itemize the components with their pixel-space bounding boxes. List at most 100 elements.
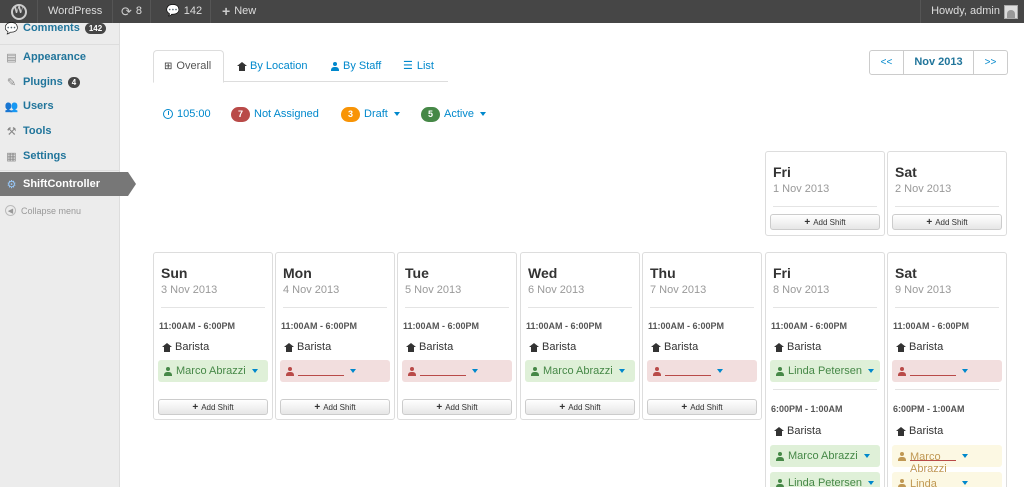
shift-staff[interactable] [892, 360, 1002, 382]
shift-staff[interactable] [280, 360, 390, 382]
shift-staff[interactable] [402, 360, 512, 382]
comment-bubble-icon: 💬 [166, 5, 180, 17]
settings-icon: ▦ [6, 150, 17, 163]
sidebar-item-appearance[interactable]: ▤ Appearance [0, 45, 120, 69]
active-filter-dropdown[interactable]: 5 Active [421, 106, 486, 122]
add-shift-button[interactable]: + Add Shift [280, 399, 390, 415]
day-card: Sat 9 Nov 2013 11:00AM - 6:00PM Barista … [887, 252, 1007, 487]
tab-list[interactable]: ☰ List [393, 50, 444, 82]
add-shift-button[interactable]: + Add Shift [647, 399, 757, 415]
plug-icon: ✎ [6, 76, 17, 89]
location-label: Barista [297, 341, 332, 353]
shift-staff[interactable] [647, 360, 757, 382]
sidebar-item-plugins[interactable]: ✎ Plugins 4 [0, 70, 120, 94]
account-menu[interactable]: Howdy, admin [920, 0, 1024, 23]
staff-name: Linda Petersen [788, 477, 862, 487]
total-hours-link[interactable]: 105:00 [163, 106, 211, 122]
user-icon [776, 366, 784, 376]
sidebar-item-label: ShiftController [23, 178, 100, 190]
day-card: Wed 6 Nov 2013 11:00AM - 6:00PM Barista … [520, 252, 640, 420]
plus-icon: + [804, 216, 811, 228]
shift-staff[interactable]: Linda Petersen [892, 472, 1002, 487]
add-shift-button[interactable]: + Add Shift [402, 399, 512, 415]
collapse-menu-button[interactable]: ◀ Collapse menu [5, 205, 81, 216]
current-month-button[interactable]: Nov 2013 [904, 51, 974, 74]
divider [895, 389, 999, 390]
next-month-button[interactable]: >> [974, 51, 1007, 74]
not-assigned-filter[interactable]: 7 Not Assigned [231, 106, 319, 122]
new-label: New [234, 5, 257, 17]
chevron-down-icon [868, 369, 874, 373]
month-navigation: << Nov 2013 >> [869, 50, 1008, 75]
location-label: Barista [419, 341, 454, 353]
shift-location: Barista [529, 341, 576, 353]
list-icon: ☰ [403, 59, 413, 72]
staff-name [910, 366, 956, 376]
home-icon [774, 426, 784, 436]
add-shift-button[interactable]: + Add Shift [158, 399, 268, 415]
sidebar-item-comments[interactable]: 💬 Comments 142 [0, 16, 120, 40]
sidebar-item-settings[interactable]: ▦ Settings [0, 144, 120, 168]
tools-icon: ⚒ [6, 125, 17, 138]
day-card: Mon 4 Nov 2013 11:00AM - 6:00PM Barista … [275, 252, 395, 420]
day-date: 6 Nov 2013 [528, 284, 585, 296]
shift-staff[interactable]: Marco Abrazzi [892, 445, 1002, 475]
staff-name [665, 366, 711, 376]
sidebar-item-label: Plugins [23, 76, 63, 88]
tab-by-location[interactable]: By Location [227, 50, 317, 82]
howdy-text: Howdy, admin [931, 5, 1000, 17]
tab-by-staff[interactable]: By Staff [321, 50, 391, 82]
gear-icon: ⚙ [6, 178, 17, 191]
user-icon [776, 451, 784, 461]
sidebar-item-tools[interactable]: ⚒ Tools [0, 119, 120, 143]
add-shift-button[interactable]: + Add Shift [892, 214, 1002, 230]
shift-location: Barista [162, 341, 209, 353]
not-assigned-badge: 7 [231, 106, 250, 122]
collapse-arrow-icon: ◀ [5, 205, 16, 216]
shift-location: Barista [774, 425, 821, 437]
chevron-down-icon [472, 369, 478, 373]
shift-staff[interactable]: Marco Abrazzi [158, 360, 268, 382]
comments-link[interactable]: 💬 142 [158, 0, 212, 23]
shift-location: Barista [896, 341, 943, 353]
home-icon [237, 61, 247, 71]
day-name: Wed [528, 265, 558, 281]
divider [773, 307, 877, 308]
divider [405, 307, 509, 308]
user-icon [898, 366, 906, 376]
add-shift-button[interactable]: + Add Shift [525, 399, 635, 415]
menu-separator [0, 170, 120, 171]
chevron-down-icon [251, 369, 258, 373]
shift-staff[interactable]: Marco Abrazzi [770, 445, 880, 467]
shift-time: 11:00AM - 6:00PM [159, 321, 236, 331]
shift-staff[interactable]: Marco Abrazzi [525, 360, 635, 382]
staff-name: Marco Abrazzi [910, 451, 956, 475]
location-label: Barista [787, 425, 822, 437]
total-hours: 105:00 [177, 108, 211, 120]
sidebar-item-label: Users [23, 100, 54, 112]
tab-overall[interactable]: ⊞ Overall [153, 50, 224, 83]
draft-filter-dropdown[interactable]: 3 Draft [341, 106, 400, 122]
shift-staff[interactable]: Linda Petersen [770, 360, 880, 382]
plus-icon: + [222, 3, 231, 19]
comment-icon: 💬 [4, 22, 19, 35]
divider [895, 307, 999, 308]
new-content-link[interactable]: + New [214, 0, 264, 23]
sidebar-item-shiftcontroller[interactable]: ⚙ ShiftController [0, 172, 128, 196]
home-icon [896, 342, 906, 352]
admin-bar: W WordPress ⟳ 8 💬 142 + New Howdy, admin [0, 0, 1024, 23]
shift-staff[interactable]: Linda Petersen [770, 472, 880, 487]
day-date: 1 Nov 2013 [773, 183, 830, 195]
location-label: Barista [175, 341, 210, 353]
day-name: Sun [161, 265, 188, 281]
add-shift-button[interactable]: + Add Shift [770, 214, 880, 230]
divider [773, 206, 877, 207]
sidebar-item-users[interactable]: 👥 Users [0, 94, 120, 118]
home-icon [406, 342, 416, 352]
shift-time: 11:00AM - 6:00PM [403, 321, 480, 331]
prev-month-button[interactable]: << [870, 51, 904, 74]
plus-icon: + [314, 401, 321, 413]
day-name: Sat [895, 265, 917, 281]
collapse-label: Collapse menu [21, 205, 82, 216]
active-label: Active [444, 108, 474, 120]
